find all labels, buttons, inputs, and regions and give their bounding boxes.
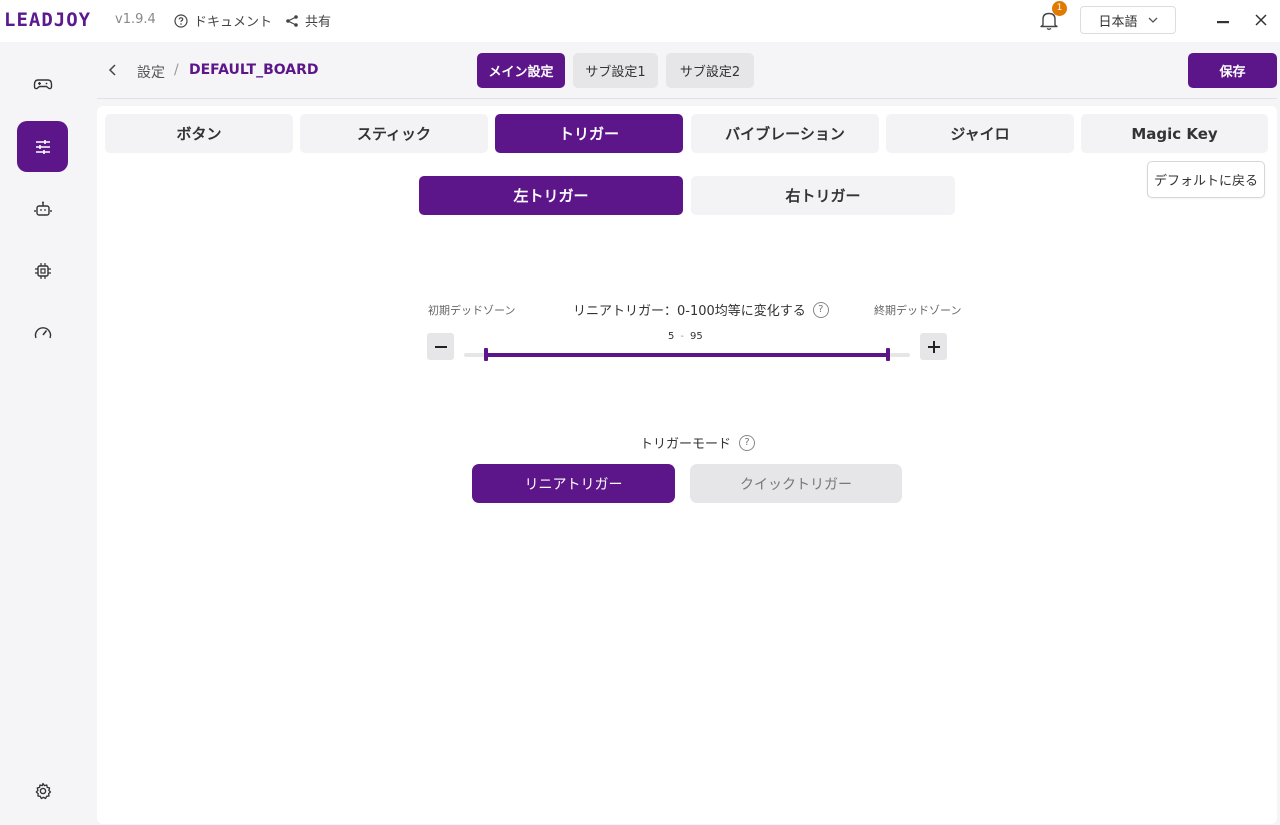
range-readout: 5 - 95	[668, 331, 703, 342]
minus-icon	[434, 345, 447, 348]
range-separator: -	[680, 331, 684, 342]
docs-label: ドキュメント	[194, 15, 273, 30]
gamepad-icon	[33, 78, 52, 89]
deadzone-slider-range	[486, 353, 888, 357]
docs-link[interactable]: ドキュメント	[174, 11, 272, 30]
sidebar-item-preferences[interactable]	[17, 765, 68, 816]
help-circle-icon	[174, 13, 188, 28]
minimize-icon[interactable]	[1215, 12, 1231, 28]
app-logo: LEADJOY	[4, 9, 92, 31]
trigger-mode-title: トリガーモード ?	[640, 433, 756, 452]
slider-title: リニアトリガー：0-100均等に変化する ?	[573, 300, 829, 319]
share-link[interactable]: 共有	[285, 11, 331, 30]
tab-trigger[interactable]: トリガー	[495, 114, 683, 153]
close-icon[interactable]	[1252, 11, 1270, 29]
sidebar-item-settings[interactable]	[17, 121, 68, 172]
sidebar-item-macro[interactable]	[17, 183, 68, 234]
title-bar: LEADJOY v1.9.4 ドキュメント 共有 1 日本語	[0, 0, 1280, 42]
plus-icon	[927, 340, 940, 353]
breadcrumb-separator: /	[174, 62, 179, 78]
tab-vibration[interactable]: バイブレーション	[691, 114, 879, 153]
end-deadzone-label: 終期デッドゾーン	[874, 304, 962, 317]
save-button[interactable]: 保存	[1188, 53, 1277, 88]
robot-icon	[33, 201, 52, 216]
range-min-value: 5	[668, 331, 675, 342]
sidebar-item-controller[interactable]	[17, 58, 68, 109]
settings-panel	[97, 106, 1277, 824]
deadzone-slider-min-handle[interactable]	[484, 348, 489, 361]
tab-magic-key[interactable]: Magic Key	[1081, 114, 1268, 153]
language-select[interactable]: 日本語	[1080, 6, 1176, 34]
segment-sub-settings-2[interactable]: サブ設定2	[666, 53, 754, 88]
help-icon[interactable]: ?	[812, 301, 829, 318]
header-divider	[97, 98, 1277, 99]
breadcrumb-root[interactable]: 設定	[137, 62, 165, 82]
back-icon[interactable]	[104, 60, 120, 80]
share-icon	[286, 14, 298, 27]
deadzone-slider-max-handle[interactable]	[885, 348, 890, 361]
subtab-right-trigger[interactable]: 右トリガー	[691, 176, 955, 215]
subtab-left-trigger[interactable]: 左トリガー	[419, 176, 683, 215]
reset-default-button[interactable]: デフォルトに戻る	[1147, 161, 1265, 198]
linear-trigger-button[interactable]: リニアトリガー	[472, 464, 675, 503]
segment-main-settings[interactable]: メイン設定	[477, 53, 565, 88]
range-max-value: 95	[689, 331, 703, 342]
decrease-button[interactable]	[427, 333, 454, 360]
slider-title-text: リニアトリガー：0-100均等に変化する	[573, 304, 806, 319]
sliders-icon	[35, 139, 50, 154]
tab-gyro[interactable]: ジャイロ	[886, 114, 1074, 153]
chip-icon	[34, 262, 51, 279]
tab-buttons[interactable]: ボタン	[105, 114, 293, 153]
segment-sub-settings-1[interactable]: サブ設定1	[573, 53, 658, 88]
gauge-icon	[34, 326, 51, 338]
app-version: v1.9.4	[115, 12, 156, 27]
quick-trigger-button[interactable]: クイックトリガー	[690, 464, 902, 503]
gear-icon	[35, 782, 51, 799]
trigger-mode-label: トリガーモード	[640, 437, 732, 452]
sidebar-item-device[interactable]	[17, 245, 68, 296]
initial-deadzone-label: 初期デッドゾーン	[428, 304, 516, 317]
notification-badge: 1	[1052, 1, 1067, 16]
sidebar-item-performance[interactable]	[17, 307, 68, 358]
help-icon[interactable]: ?	[739, 434, 756, 451]
breadcrumb-current: DEFAULT_BOARD	[189, 62, 319, 78]
increase-button[interactable]	[920, 333, 947, 360]
tab-stick[interactable]: スティック	[300, 114, 488, 153]
chevron-down-icon	[1148, 17, 1157, 23]
language-value: 日本語	[1098, 14, 1138, 30]
share-label: 共有	[305, 15, 332, 30]
